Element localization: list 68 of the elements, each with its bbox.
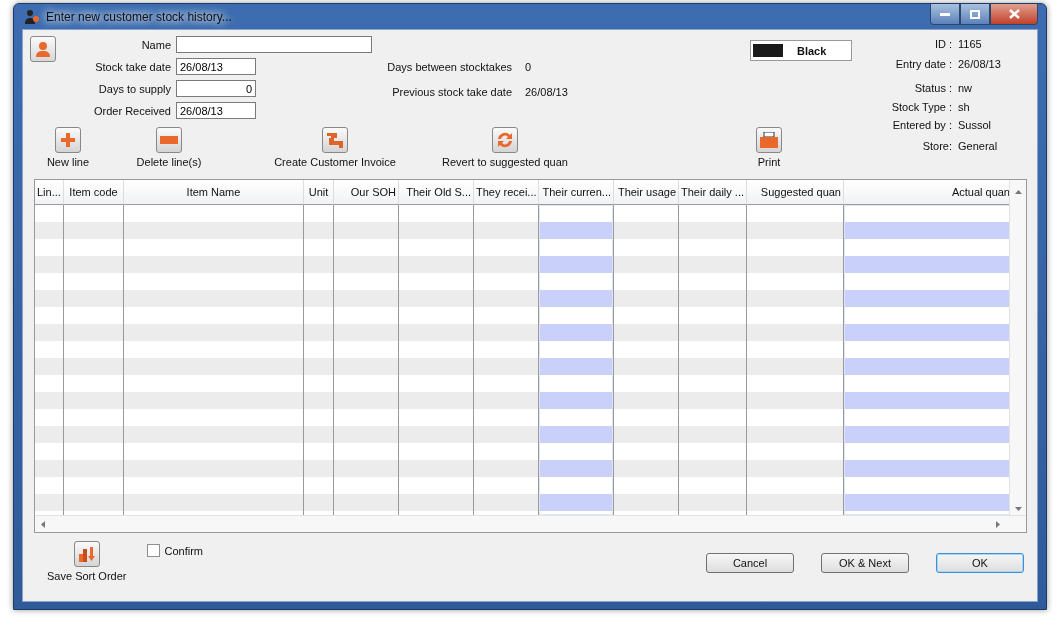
column-header[interactable]: Our SOH bbox=[334, 180, 399, 205]
field-label: Order Received bbox=[92, 104, 171, 119]
save-sort-order-button[interactable]: Save Sort Order bbox=[47, 541, 127, 582]
field-label: Name bbox=[140, 38, 171, 53]
column-header[interactable]: Suggested quan bbox=[747, 180, 844, 205]
scroll-left-icon bbox=[41, 520, 45, 528]
horizontal-scrollbar[interactable] bbox=[35, 515, 1026, 532]
sort-icon bbox=[77, 545, 96, 563]
color-picker[interactable]: Black bbox=[750, 40, 852, 61]
toolbar-button[interactable]: Create Customer Invoice bbox=[274, 127, 396, 168]
maximize-button[interactable] bbox=[960, 4, 990, 25]
column-header[interactable]: Their Old S... bbox=[399, 180, 474, 205]
info-label: Stock Type : bbox=[890, 100, 952, 115]
column-header[interactable]: Their usage bbox=[614, 180, 679, 205]
toolbar-button[interactable]: Delete line(s) bbox=[136, 127, 202, 168]
input-field[interactable]: 26/08/13 bbox=[176, 58, 256, 75]
toolbar-button[interactable]: Revert to suggested quan bbox=[442, 127, 568, 168]
dialog-button[interactable]: OK & Next bbox=[821, 553, 909, 573]
plus-icon bbox=[60, 132, 76, 148]
toolbar-button[interactable]: New line bbox=[46, 127, 90, 168]
column-header[interactable]: Lin... bbox=[35, 180, 64, 205]
app-icon bbox=[22, 8, 40, 25]
info-value: General bbox=[958, 139, 999, 154]
scroll-up-icon bbox=[1014, 190, 1022, 194]
info-value: 1165 bbox=[958, 37, 983, 52]
info-label: Entered by : bbox=[891, 118, 952, 133]
minus-icon bbox=[160, 136, 178, 144]
window-title: Enter new customer stock history... bbox=[46, 9, 232, 24]
input-field[interactable]: 0 bbox=[176, 80, 256, 97]
info-label: ID : bbox=[933, 37, 952, 52]
field-label: Stock take date bbox=[94, 60, 171, 75]
maximize-icon bbox=[970, 9, 980, 19]
confirm-checkbox[interactable]: Confirm bbox=[147, 544, 203, 557]
close-icon bbox=[1008, 9, 1020, 19]
info-label: Entry date : bbox=[894, 57, 952, 72]
scroll-right-icon bbox=[996, 520, 1000, 528]
info-label: Status : bbox=[913, 81, 952, 96]
refresh-icon bbox=[496, 131, 514, 149]
column-header[interactable]: Their daily ... bbox=[679, 180, 747, 205]
minimize-icon bbox=[940, 12, 950, 16]
customer-button[interactable] bbox=[30, 36, 56, 62]
info-value: Sussol bbox=[958, 118, 993, 133]
field-label: Days to supply bbox=[97, 82, 171, 97]
vertical-scrollbar[interactable] bbox=[1009, 180, 1026, 515]
column-header[interactable]: They recei... bbox=[474, 180, 539, 205]
stat-label: Days between stocktakes bbox=[386, 60, 512, 75]
person-icon bbox=[35, 41, 51, 57]
info-label: Store: bbox=[921, 139, 952, 154]
input-field[interactable]: 26/08/13 bbox=[176, 102, 256, 119]
column-header[interactable]: Item Name bbox=[124, 180, 304, 205]
minimize-button[interactable] bbox=[930, 4, 960, 25]
printer-icon bbox=[760, 132, 778, 148]
color-name: Black bbox=[797, 44, 827, 57]
column-header[interactable]: Unit bbox=[304, 180, 334, 205]
dialog-button[interactable]: OK bbox=[936, 553, 1024, 573]
info-value: sh bbox=[958, 100, 971, 115]
stat-value: 0 bbox=[525, 60, 533, 75]
input-field[interactable] bbox=[176, 36, 372, 53]
info-value: nw bbox=[958, 81, 974, 96]
column-header[interactable]: Their curren... bbox=[539, 180, 614, 205]
stat-value: 26/08/13 bbox=[525, 85, 568, 100]
column-header[interactable]: Item code bbox=[64, 180, 124, 205]
close-button[interactable] bbox=[990, 4, 1038, 25]
dialog-button[interactable]: Cancel bbox=[706, 553, 794, 573]
stat-label: Previous stock take date bbox=[391, 85, 512, 100]
info-value: 26/08/13 bbox=[958, 57, 1001, 72]
pipe-icon bbox=[326, 131, 344, 149]
scroll-down-icon bbox=[1014, 507, 1022, 511]
